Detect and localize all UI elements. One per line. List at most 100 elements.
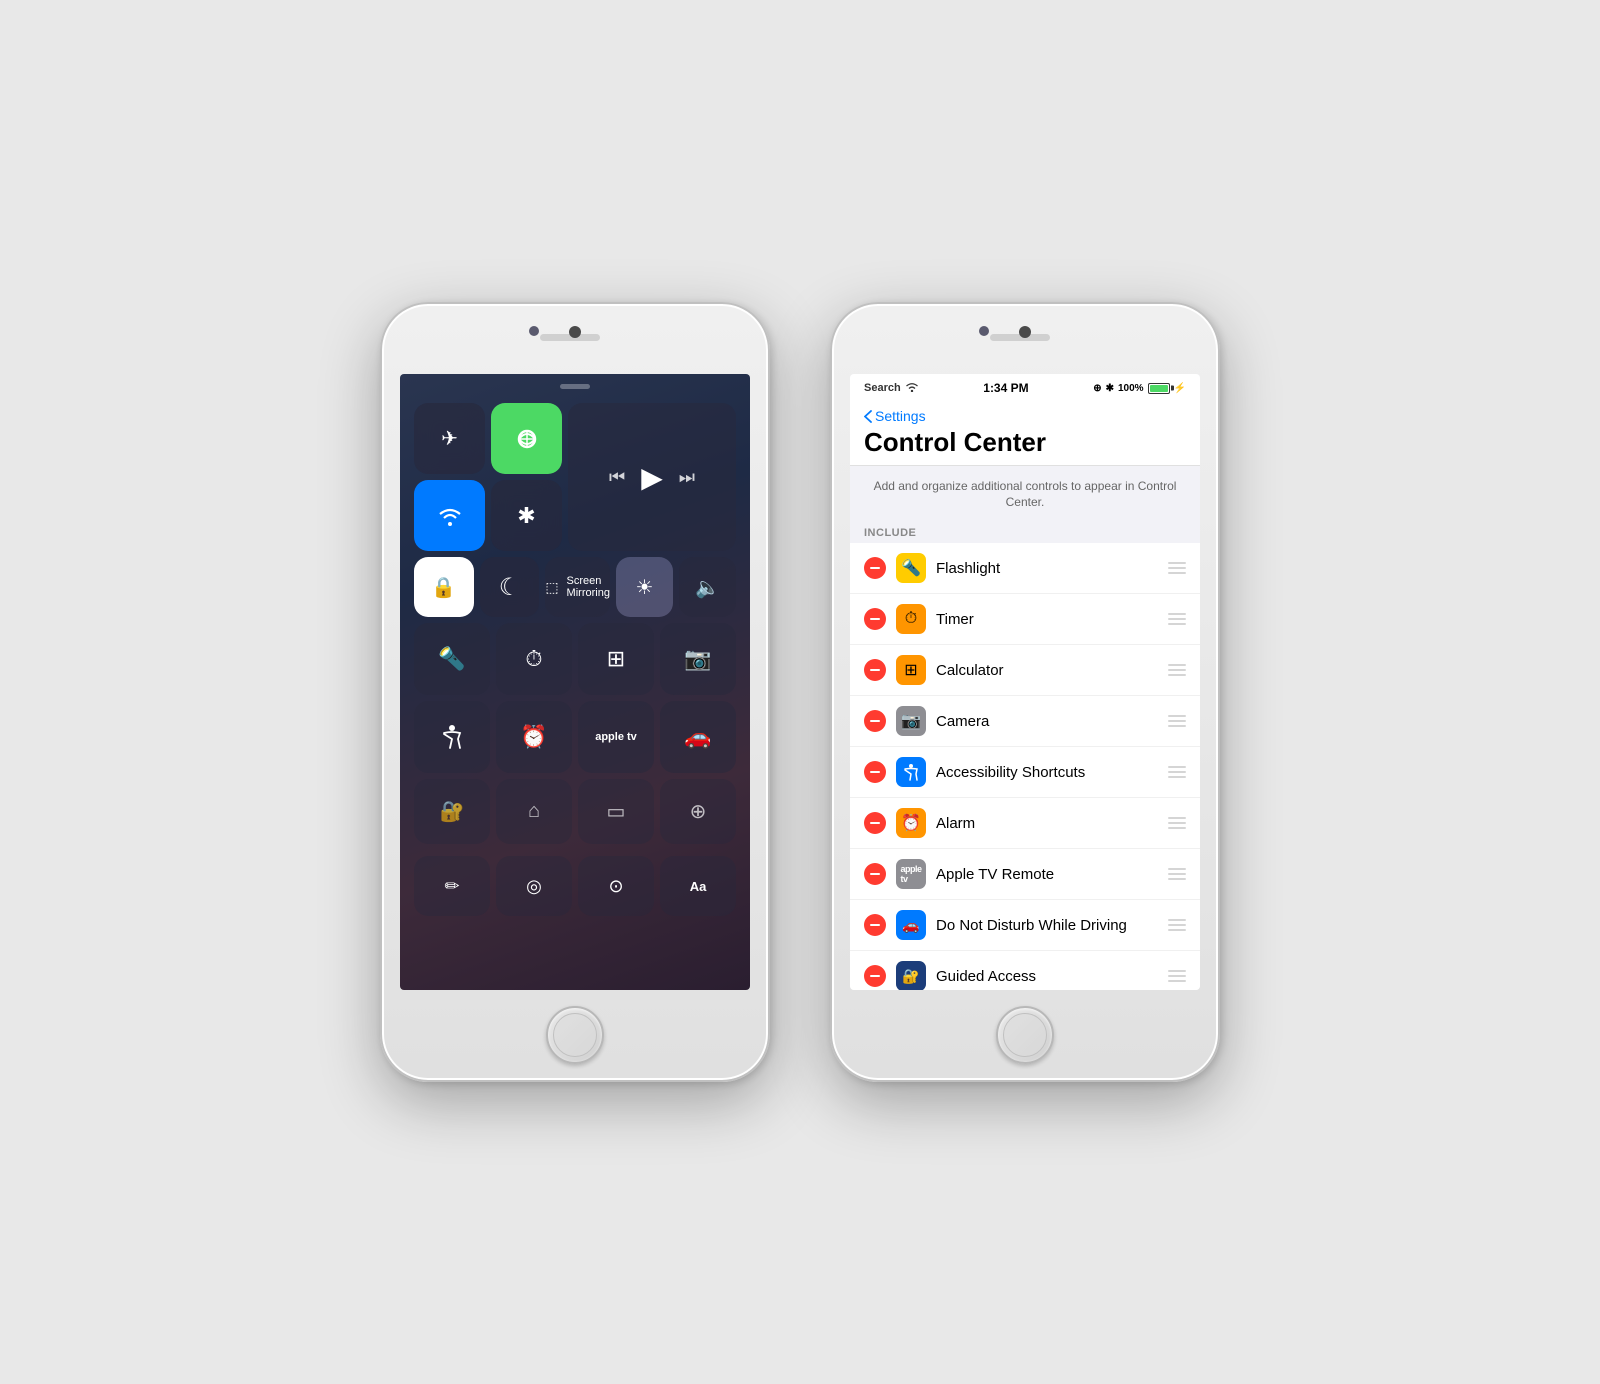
drag-calculator[interactable] <box>1168 664 1186 676</box>
back-button[interactable]: Settings <box>864 408 1186 424</box>
status-left: Search <box>864 382 919 395</box>
list-item-timer[interactable]: ⏱ Timer <box>850 594 1200 645</box>
drag-dnd[interactable] <box>1168 919 1186 931</box>
list-item-camera[interactable]: 📷 Camera <box>850 696 1200 747</box>
remove-calculator-btn[interactable] <box>864 659 886 681</box>
remove-accessibility-btn[interactable] <box>864 761 886 783</box>
left-phone: ✈ <box>380 302 770 1082</box>
cc-tile-cellular[interactable] <box>491 403 562 474</box>
cc-tile-appletv-btn[interactable]: apple tv <box>578 701 654 773</box>
front-camera-left <box>529 326 539 336</box>
cc-row-4: ⏰ apple tv 🚗 <box>414 701 736 773</box>
right-phone: Search 1:34 PM ⊕ ✱ 100% <box>830 302 1220 1082</box>
cc-tile-lock-btn[interactable]: 🔐 <box>414 779 490 844</box>
remove-dnd-btn[interactable] <box>864 914 886 936</box>
remove-guided-btn[interactable] <box>864 965 886 987</box>
cc-row-5: 🔐 ⌂ ▭ ⊕ <box>414 779 736 844</box>
camera-dot-right <box>1019 326 1031 338</box>
drag-guided[interactable] <box>1168 970 1186 982</box>
cc-tile-wifi[interactable] <box>414 480 485 551</box>
cc-tool-4[interactable]: Aa <box>660 856 736 916</box>
control-center-screen: ✈ <box>400 374 750 990</box>
cc-rewind-btn[interactable]: ⏮ <box>609 467 625 488</box>
cc-tile-flashlight-btn[interactable]: 🔦 <box>414 623 490 695</box>
cc-tool-1[interactable]: ✏ <box>414 856 490 916</box>
status-right: ⊕ ✱ 100% ⚡ <box>1093 383 1186 394</box>
cc-tile-accessibility-btn[interactable] <box>414 701 490 773</box>
home-button-ring-left <box>553 1013 597 1057</box>
phone-bottom-left <box>382 990 768 1080</box>
settings-scroll-area[interactable]: Add and organize additional controls to … <box>850 466 1200 990</box>
icon-timer: ⏱ <box>896 604 926 634</box>
cc-tile-lock-rotation[interactable]: 🔒 <box>414 557 474 617</box>
cc-media-player: ⏮ ▶ ⏭ <box>568 403 736 551</box>
label-flashlight: Flashlight <box>936 560 1158 577</box>
cc-screen-mirroring[interactable]: ⬚ ScreenMirroring <box>545 557 610 617</box>
remove-alarm-btn[interactable] <box>864 812 886 834</box>
drag-alarm[interactable] <box>1168 817 1186 829</box>
cc-tile-car-btn[interactable]: 🚗 <box>660 701 736 773</box>
charging-icon: ⚡ <box>1174 383 1186 394</box>
home-button-left[interactable] <box>546 1006 604 1064</box>
icon-guided-access: 🔐 <box>896 961 926 990</box>
settings-list: 🔦 Flashlight ⏱ Timer <box>850 543 1200 990</box>
drag-timer[interactable] <box>1168 613 1186 625</box>
cc-tool-2[interactable]: ◎ <box>496 856 572 916</box>
nav-bar: Settings Control Center <box>850 402 1200 466</box>
label-camera: Camera <box>936 713 1158 730</box>
cc-forward-btn[interactable]: ⏭ <box>679 467 695 488</box>
wifi-status-icon <box>905 382 919 395</box>
list-item-dnd-driving[interactable]: 🚗 Do Not Disturb While Driving <box>850 900 1200 951</box>
signal-icon: ⊕ <box>1093 383 1101 394</box>
list-item-flashlight[interactable]: 🔦 Flashlight <box>850 543 1200 594</box>
remove-timer-btn[interactable] <box>864 608 886 630</box>
label-appletv: Apple TV Remote <box>936 866 1158 883</box>
bluetooth-status-icon: ✱ <box>1106 383 1114 394</box>
section-header-include: INCLUDE <box>850 519 1200 543</box>
drag-accessibility[interactable] <box>1168 766 1186 778</box>
list-item-guided-access[interactable]: 🔐 Guided Access <box>850 951 1200 990</box>
cc-tile-timer-btn[interactable]: ⏱ <box>496 623 572 695</box>
cc-tile-battery-btn[interactable]: ▭ <box>578 779 654 844</box>
cc-tile-alarm-btn[interactable]: ⏰ <box>496 701 572 773</box>
list-item-appletv[interactable]: appletv Apple TV Remote <box>850 849 1200 900</box>
icon-calculator: ⊞ <box>896 655 926 685</box>
cc-row-3: 🔦 ⏱ ⊞ 📷 <box>414 623 736 695</box>
remove-flashlight-btn[interactable] <box>864 557 886 579</box>
cc-tile-magnifier-btn[interactable]: ⊕ <box>660 779 736 844</box>
list-item-alarm[interactable]: ⏰ Alarm <box>850 798 1200 849</box>
remove-camera-btn[interactable] <box>864 710 886 732</box>
page-title: Control Center <box>864 428 1186 457</box>
front-camera-right <box>979 326 989 336</box>
cc-tile-home-btn[interactable]: ⌂ <box>496 779 572 844</box>
phone-top-left <box>382 304 768 374</box>
label-timer: Timer <box>936 611 1158 628</box>
drag-camera[interactable] <box>1168 715 1186 727</box>
phone-top-right <box>832 304 1218 374</box>
cc-tile-camera-btn[interactable]: 📷 <box>660 623 736 695</box>
cc-tool-3[interactable]: ⊙ <box>578 856 654 916</box>
cc-media-controls[interactable]: ⏮ ▶ ⏭ <box>609 461 695 494</box>
phone-bottom-right <box>832 990 1218 1080</box>
home-button-right[interactable] <box>996 1006 1054 1064</box>
cc-row-6: ✏ ◎ ⊙ Aa <box>414 856 736 916</box>
icon-accessibility <box>896 757 926 787</box>
list-item-calculator[interactable]: ⊞ Calculator <box>850 645 1200 696</box>
list-item-accessibility[interactable]: Accessibility Shortcuts <box>850 747 1200 798</box>
label-calculator: Calculator <box>936 662 1158 679</box>
cc-tile-moon[interactable]: ☾ <box>480 557 540 617</box>
cc-tile-airplane[interactable]: ✈ <box>414 403 485 474</box>
cc-play-btn[interactable]: ▶ <box>641 461 663 494</box>
cc-row-2: 🔒 ☾ ⬚ ScreenMirroring ☀ 🔈 <box>414 557 736 617</box>
label-dnd-driving: Do Not Disturb While Driving <box>936 917 1158 934</box>
remove-appletv-btn[interactable] <box>864 863 886 885</box>
icon-camera: 📷 <box>896 706 926 736</box>
drag-flashlight[interactable] <box>1168 562 1186 574</box>
cc-tile-calculator-btn[interactable]: ⊞ <box>578 623 654 695</box>
cc-tile-bluetooth[interactable]: ✱ <box>491 480 562 551</box>
back-label: Settings <box>875 408 926 424</box>
cc-volume[interactable]: 🔈 <box>679 557 736 617</box>
cc-brightness[interactable]: ☀ <box>616 557 673 617</box>
icon-appletv: appletv <box>896 859 926 889</box>
drag-appletv[interactable] <box>1168 868 1186 880</box>
